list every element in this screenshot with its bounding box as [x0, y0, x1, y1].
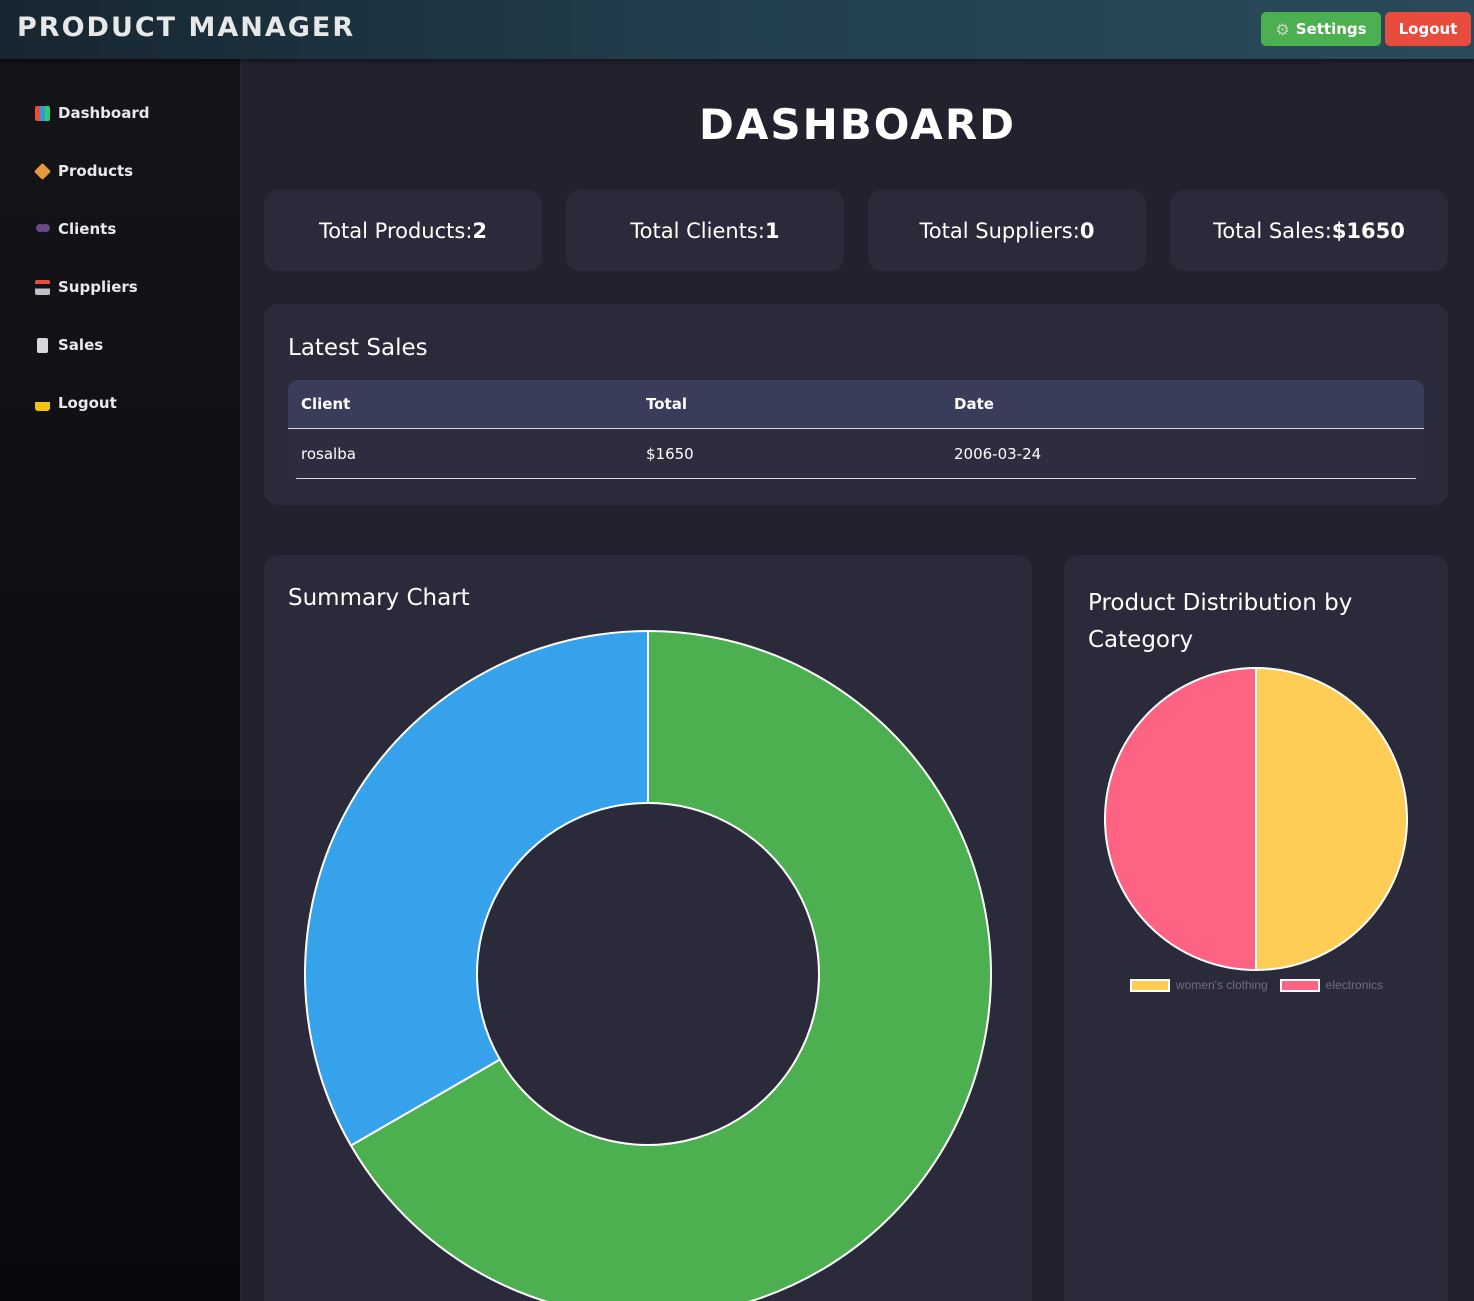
sidebar-item-suppliers[interactable]: Suppliers: [35, 275, 138, 299]
users-icon: [35, 221, 50, 237]
category-slice[interactable]: [1104, 666, 1257, 972]
sidebar-item-clients[interactable]: Clients: [35, 217, 116, 241]
chart-legend: women's clothing electronics: [1130, 978, 1383, 992]
category-pie-chart: [1104, 666, 1408, 972]
cell-total: $1650: [646, 445, 694, 463]
stat-value: 2: [472, 218, 488, 243]
package-icon: [34, 162, 51, 180]
stat-label: Total Clients:: [630, 218, 765, 243]
sidebar-item-sales[interactable]: Sales: [35, 333, 103, 357]
legend-label: women's clothing: [1176, 978, 1268, 992]
settings-button-label: Settings: [1295, 20, 1367, 38]
latest-sales-card: Latest Sales Client Total Date rosalba $…: [264, 304, 1448, 505]
gear-icon: ⚙: [1275, 19, 1290, 39]
stat-label: Total Sales:: [1213, 218, 1332, 243]
logout-button[interactable]: Logout: [1385, 12, 1471, 46]
legend-label: electronics: [1325, 978, 1384, 992]
sidebar: Dashboard Products Clients Suppliers Sal…: [0, 59, 241, 1301]
row-divider: [296, 478, 1416, 479]
sidebar-item-label: Suppliers: [58, 278, 138, 296]
legend-swatch: [1130, 978, 1170, 992]
lock-icon: [35, 395, 50, 411]
column-header-client: Client: [301, 395, 351, 413]
page-title: DASHBOARD: [698, 100, 1017, 149]
sales-table: Client Total Date rosalba $1650 2006-03-…: [288, 380, 1424, 479]
cell-date: 2006-03-24: [954, 445, 1042, 463]
column-header-total: Total: [646, 395, 687, 413]
factory-icon: [35, 279, 50, 295]
sidebar-item-products[interactable]: Products: [34, 159, 134, 183]
sidebar-item-label: Logout: [58, 394, 117, 412]
sidebar-item-label: Dashboard: [58, 104, 150, 122]
latest-sales-title: Latest Sales: [288, 335, 428, 361]
stat-value: 1: [764, 218, 780, 243]
category-slice[interactable]: [1255, 666, 1408, 972]
column-header-date: Date: [954, 395, 994, 413]
receipt-icon: [37, 337, 48, 353]
settings-button[interactable]: ⚙ Settings: [1261, 12, 1381, 46]
legend-swatch: [1279, 978, 1320, 992]
sidebar-item-dashboard[interactable]: Dashboard: [35, 101, 149, 125]
bar-chart-icon: [35, 105, 50, 121]
sidebar-item-label: Clients: [58, 220, 117, 238]
stat-label: Total Products:: [318, 218, 473, 243]
stat-card-clients: Total Clients: 1: [566, 190, 844, 271]
cell-client: rosalba: [301, 445, 356, 463]
sidebar-item-logout[interactable]: Logout: [35, 391, 117, 415]
sidebar-item-label: Products: [58, 162, 134, 180]
stat-card-products: Total Products: 2: [264, 190, 542, 271]
stat-value: $1650: [1331, 218, 1405, 243]
table-header: Client Total Date: [288, 380, 1424, 429]
table-row: rosalba $1650 2006-03-24: [288, 429, 1424, 479]
stat-card-suppliers: Total Suppliers: 0: [868, 190, 1146, 271]
stat-label: Total Suppliers:: [919, 218, 1080, 243]
sidebar-item-label: Sales: [58, 336, 104, 354]
summary-slice[interactable]: [304, 629, 649, 1147]
stat-value: 0: [1079, 218, 1095, 243]
app-title: PRODUCT MANAGER: [17, 12, 356, 43]
top-bar: PRODUCT MANAGER ⚙ Settings Logout: [0, 0, 1474, 59]
stat-card-sales: Total Sales: $1650: [1170, 190, 1448, 271]
summary-doughnut-chart: [304, 629, 992, 1301]
